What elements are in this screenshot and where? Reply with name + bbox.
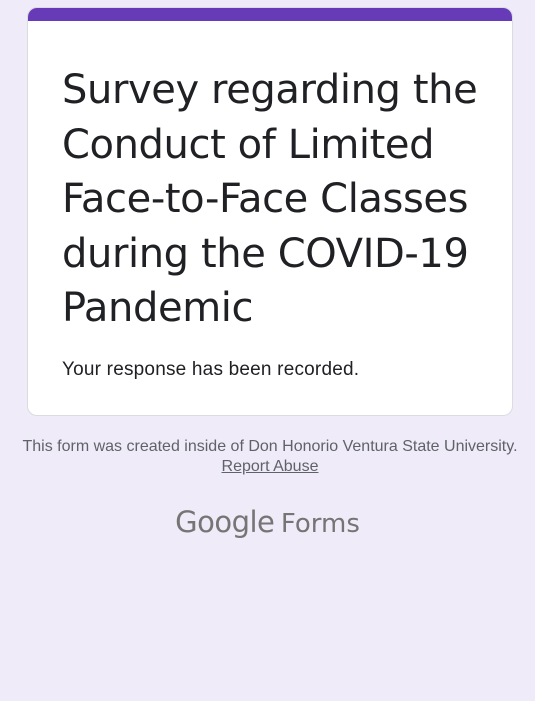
confirmation-message: Your response has been recorded. <box>62 359 360 380</box>
brand-google-text: Google <box>175 505 275 539</box>
brand-forms-text: Forms <box>280 509 360 539</box>
form-title: Survey regarding the Conduct of Limited … <box>62 67 478 331</box>
google-forms-logo[interactable]: Google Forms <box>0 505 535 539</box>
footer-note: This form was created inside of Don Hono… <box>20 437 520 477</box>
report-abuse-link[interactable]: Report Abuse <box>222 458 319 475</box>
card-accent-bar <box>28 8 512 21</box>
form-card: Survey regarding the Conduct of Limited … <box>27 7 513 416</box>
footer-created-text: This form was created inside of Don Hono… <box>22 438 518 455</box>
